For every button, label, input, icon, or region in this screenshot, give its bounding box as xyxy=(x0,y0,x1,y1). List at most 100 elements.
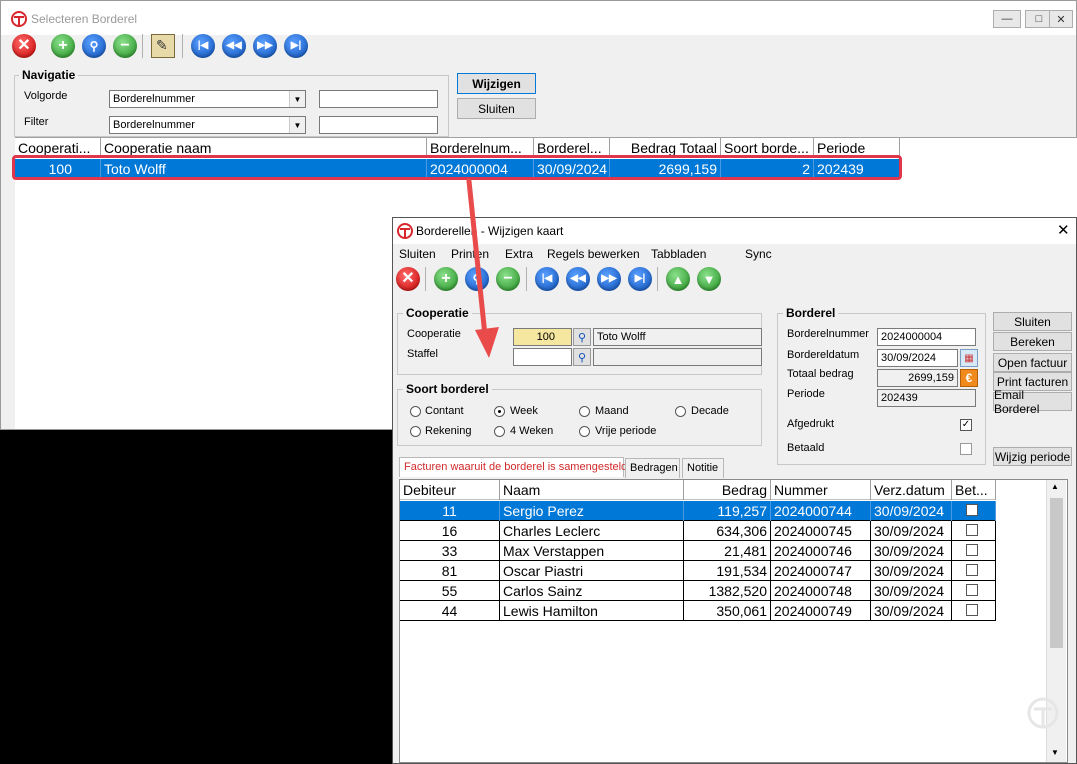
next-record-button[interactable]: ▶▶ xyxy=(253,34,277,58)
totaal-bedrag-label: Totaal bedrag xyxy=(787,368,854,380)
filter-search-input[interactable] xyxy=(319,116,438,134)
table-row[interactable]: 44 Lewis Hamilton 350,061 2024000749 30/… xyxy=(400,601,996,621)
sluiten-button[interactable]: Sluiten xyxy=(993,312,1072,331)
borderelnummer-label: Borderelnummer xyxy=(787,328,869,340)
cell-naam: Charles Leclerc xyxy=(500,521,684,541)
move-down-button[interactable]: ▼ xyxy=(697,267,721,291)
add-button[interactable]: + xyxy=(51,34,75,58)
table-row[interactable]: 11 Sergio Perez 119,257 2024000744 30/09… xyxy=(400,501,996,521)
radio-decade[interactable] xyxy=(675,406,686,417)
filter-select[interactable]: Borderelnummer ▼ xyxy=(109,116,306,134)
facturen-grid: Debiteur Naam Bedrag Nummer Verz.datum B… xyxy=(399,479,1068,763)
cell-naam: Oscar Piastri xyxy=(500,561,684,581)
cell-datum: 30/09/2024 xyxy=(871,561,952,581)
open-factuur-button[interactable]: Open factuur xyxy=(993,353,1072,372)
calculate-button[interactable]: € xyxy=(960,369,978,387)
betaald-row-checkbox[interactable] xyxy=(966,544,978,556)
betaald-checkbox[interactable] xyxy=(960,443,972,455)
radio-week[interactable] xyxy=(494,406,505,417)
table-row[interactable]: 16 Charles Leclerc 634,306 2024000745 30… xyxy=(400,521,996,541)
betaald-row-checkbox[interactable] xyxy=(966,564,978,576)
table-row[interactable]: 55 Carlos Sainz 1382,520 2024000748 30/0… xyxy=(400,581,996,601)
x-icon: ✕ xyxy=(17,37,31,54)
close-icon[interactable]: ✕ xyxy=(1057,221,1070,239)
first-icon: |◀ xyxy=(541,273,553,284)
radio-rekening[interactable] xyxy=(410,426,421,437)
betaald-row-checkbox[interactable] xyxy=(966,604,978,616)
fast-forward-icon: ▶▶ xyxy=(257,40,273,51)
cell-bedrag: 634,306 xyxy=(684,521,771,541)
remove-button[interactable]: − xyxy=(113,34,137,58)
staffel-lookup-button[interactable]: ⚲ xyxy=(573,348,591,366)
search-button[interactable]: ⚲ xyxy=(82,34,106,58)
clipboard-icon: ✎ xyxy=(156,37,168,53)
table-row[interactable]: 81 Oscar Piastri 191,534 2024000747 30/0… xyxy=(400,561,996,581)
cooperatie-input[interactable]: 100 xyxy=(513,328,572,346)
menu-sluiten[interactable]: Sluiten xyxy=(399,247,436,261)
tab-bedragen[interactable]: Bedragen xyxy=(625,458,680,478)
toolbar-separator xyxy=(657,267,658,291)
radio-vrije-periode[interactable] xyxy=(579,426,590,437)
column-header[interactable]: Debiteur xyxy=(400,480,500,500)
filter-label: Filter xyxy=(24,116,49,128)
wijzigen-button[interactable]: Wijzigen xyxy=(457,73,536,94)
column-header[interactable]: Naam xyxy=(500,480,684,500)
column-header[interactable]: Bedrag xyxy=(684,480,771,500)
move-up-button[interactable]: ▲ xyxy=(666,267,690,291)
first-record-button[interactable]: |◀ xyxy=(535,267,559,291)
radio-contant[interactable] xyxy=(410,406,421,417)
cooperatie-lookup-button[interactable]: ⚲ xyxy=(573,328,591,346)
afgedrukt-label: Afgedrukt xyxy=(787,418,835,430)
fast-forward-icon: ▶▶ xyxy=(601,273,617,284)
bereken-button[interactable]: Bereken xyxy=(993,332,1072,351)
radio-4-weken[interactable] xyxy=(494,426,505,437)
tab-notitie[interactable]: Notitie xyxy=(682,458,724,478)
previous-record-button[interactable]: ◀◀ xyxy=(222,34,246,58)
first-icon: |◀ xyxy=(197,40,209,51)
wijzig-periode-button[interactable]: Wijzig periode xyxy=(993,447,1072,466)
column-header[interactable]: Nummer xyxy=(771,480,871,500)
volgorde-search-input[interactable] xyxy=(319,90,438,108)
staffel-input[interactable] xyxy=(513,348,572,366)
betaald-row-checkbox[interactable] xyxy=(966,504,978,516)
radio-maand[interactable] xyxy=(579,406,590,417)
scroll-up-icon[interactable]: ▲ xyxy=(1051,482,1059,491)
betaald-row-checkbox[interactable] xyxy=(966,524,978,536)
soort-borderel-group xyxy=(397,389,762,446)
scroll-down-icon[interactable]: ▼ xyxy=(1051,748,1059,757)
delete-button[interactable]: ✕ xyxy=(12,34,36,58)
menu-regels-bewerken[interactable]: Regels bewerken xyxy=(547,247,640,261)
menu-tabbladen[interactable]: Tabbladen xyxy=(651,247,706,261)
first-record-button[interactable]: |◀ xyxy=(191,34,215,58)
tab-facturen[interactable]: Facturen waaruit de borderel is samenges… xyxy=(399,457,627,477)
calendar-button[interactable]: ▦ xyxy=(960,349,978,367)
borderelnummer-field[interactable]: 2024000004 xyxy=(877,328,976,346)
table-row[interactable]: 33 Max Verstappen 21,481 2024000746 30/0… xyxy=(400,541,996,561)
cell-nummer: 2024000744 xyxy=(771,501,871,521)
previous-record-button[interactable]: ◀◀ xyxy=(566,267,590,291)
scrollbar-thumb[interactable] xyxy=(1050,498,1063,648)
last-record-button[interactable]: ▶| xyxy=(284,34,308,58)
edit-list-button[interactable]: ✎ xyxy=(151,34,175,58)
close-button[interactable]: ✕ xyxy=(1049,10,1073,28)
delete-button[interactable]: ✕ xyxy=(396,267,420,291)
minimize-button[interactable]: — xyxy=(993,10,1021,28)
column-header[interactable]: Verz.datum xyxy=(871,480,952,500)
column-header[interactable]: Bet... xyxy=(952,480,996,500)
periode-field: 202439 xyxy=(877,389,976,407)
next-record-button[interactable]: ▶▶ xyxy=(597,267,621,291)
annotation-arrow xyxy=(466,178,499,358)
menu-sync[interactable]: Sync xyxy=(745,247,772,261)
sluiten-button[interactable]: Sluiten xyxy=(457,98,536,119)
cell-bedrag: 21,481 xyxy=(684,541,771,561)
volgorde-label: Volgorde xyxy=(24,90,68,102)
afgedrukt-checkbox[interactable]: ✓ xyxy=(960,419,972,431)
volgorde-select[interactable]: Borderelnummer ▼ xyxy=(109,90,306,108)
cell-betaald xyxy=(952,561,996,581)
email-borderel-button[interactable]: Email Borderel xyxy=(993,388,1072,416)
bordereldatum-field[interactable]: 30/09/2024 xyxy=(877,349,958,367)
toolbar-separator xyxy=(425,267,426,291)
last-record-button[interactable]: ▶| xyxy=(628,267,652,291)
betaald-row-checkbox[interactable] xyxy=(966,584,978,596)
cell-datum: 30/09/2024 xyxy=(871,581,952,601)
